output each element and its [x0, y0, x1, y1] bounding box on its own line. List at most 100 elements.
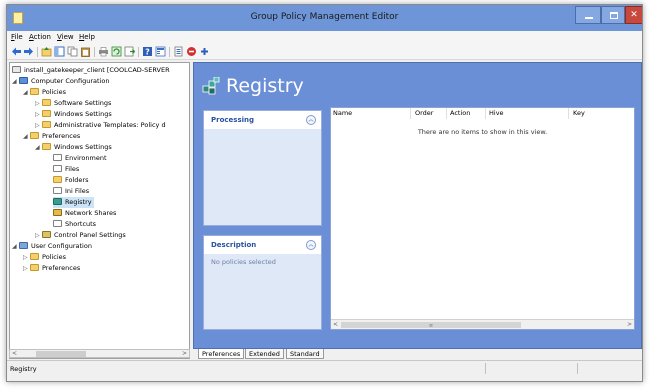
collapse-arrow-icon[interactable]: ◢	[23, 131, 30, 142]
collapse-arrow-icon[interactable]: ◢	[12, 241, 19, 252]
help-icon[interactable]: ?	[142, 46, 153, 57]
tree-item-label: Preferences	[42, 264, 81, 272]
environment-icon	[53, 154, 62, 161]
tree-item-gpo[interactable]: install_gatekeeper_client [COOLCAD-SERVE…	[12, 65, 170, 76]
user-icon	[19, 242, 28, 249]
tab-extended[interactable]: Extended	[245, 349, 284, 359]
menu-help[interactable]: Help	[79, 33, 95, 41]
folder-icon	[30, 132, 39, 139]
toolbar: ?	[7, 44, 642, 60]
status-text: Registry	[10, 365, 37, 373]
title-bar[interactable]: Group Policy Management Editor ✕	[7, 5, 642, 31]
close-button[interactable]: ✕	[625, 6, 642, 24]
status-cell	[485, 363, 577, 374]
description-panel: Description ︽ No policies selected	[203, 235, 322, 330]
copy-icon[interactable]	[67, 46, 78, 57]
expand-arrow-icon[interactable]: ▷	[35, 120, 42, 131]
menu-action[interactable]: Action	[29, 33, 51, 41]
expand-arrow-icon[interactable]: ▷	[35, 109, 42, 120]
tree-item-environment[interactable]: Environment	[53, 153, 107, 164]
app-window: Group Policy Management Editor ✕ File Ac…	[6, 4, 643, 382]
export-list-icon[interactable]	[124, 46, 135, 57]
column-header-action[interactable]: Action	[448, 108, 486, 119]
gpo-icon	[12, 66, 21, 73]
collapse-chevron-icon[interactable]: ︽	[306, 240, 316, 250]
expand-arrow-icon[interactable]: ▷	[35, 230, 42, 241]
tree-item-administrative-templates[interactable]: ▷ Administrative Templates: Policy d	[35, 120, 166, 131]
tree-item-user-preferences[interactable]: ▷ Preferences	[23, 263, 80, 274]
tree-item-label: Windows Settings	[54, 110, 112, 118]
scroll-left-icon[interactable]: <	[333, 321, 338, 328]
window-title: Group Policy Management Editor	[250, 12, 399, 22]
properties-icon[interactable]	[173, 46, 184, 57]
tree-item-folders[interactable]: Folders	[53, 175, 88, 186]
maximize-button[interactable]	[601, 6, 625, 24]
tree-item-preferences[interactable]: ◢ Preferences	[23, 131, 80, 142]
expand-arrow-icon[interactable]: ▷	[35, 98, 42, 109]
minimize-button[interactable]	[575, 6, 601, 24]
tree-item-user-policies[interactable]: ▷ Policies	[23, 252, 66, 263]
list-horizontal-scrollbar[interactable]: < ≡ >	[331, 319, 634, 329]
back-arrow-icon[interactable]	[11, 46, 22, 57]
toolbar-separator	[138, 47, 139, 57]
tree-item-label: Computer Configuration	[31, 77, 110, 85]
collapse-arrow-icon[interactable]: ◢	[35, 142, 42, 153]
column-header-key[interactable]: Key	[571, 108, 635, 119]
add-icon[interactable]	[199, 46, 210, 57]
menu-file[interactable]: File	[11, 33, 23, 41]
tree-item-files[interactable]: Files	[53, 164, 79, 175]
scroll-right-icon[interactable]: >	[182, 350, 187, 357]
column-header-hive[interactable]: Hive	[487, 108, 569, 119]
column-header-name[interactable]: Name	[331, 108, 411, 119]
tab-preferences[interactable]: Preferences	[198, 349, 245, 359]
tree-item-gpo-label: install_gatekeeper_client [COOLCAD-SERVE…	[24, 66, 170, 74]
tab-standard[interactable]: Standard	[286, 349, 324, 359]
tree-item-software-settings[interactable]: ▷ Software Settings	[35, 98, 111, 109]
show-hide-tree-icon[interactable]	[54, 46, 65, 57]
collapse-chevron-icon[interactable]: ︽	[306, 115, 316, 125]
refresh-icon[interactable]	[111, 46, 122, 57]
scroll-left-icon[interactable]: <	[12, 350, 17, 357]
tree-horizontal-scrollbar[interactable]: < >	[9, 349, 190, 358]
ini-file-icon	[53, 187, 62, 194]
menu-view[interactable]: View	[57, 33, 74, 41]
scrollbar-thumb[interactable]	[36, 351, 86, 357]
tree-item-control-panel-settings[interactable]: ▷ Control Panel Settings	[35, 230, 126, 241]
expand-arrow-icon[interactable]: ▷	[23, 252, 30, 263]
tree-item-registry[interactable]: Registry	[53, 197, 94, 208]
scroll-right-icon[interactable]: >	[627, 321, 632, 328]
menu-help-label: elp	[84, 33, 95, 41]
tree-item-label: Policies	[42, 253, 67, 261]
column-header-order[interactable]: Order	[413, 108, 447, 119]
tree-item-ini-files[interactable]: Ini Files	[53, 186, 89, 197]
up-folder-icon[interactable]	[41, 46, 52, 57]
tree-item-label: Control Panel Settings	[54, 231, 126, 239]
scrollbar-thumb[interactable]: ≡	[341, 322, 521, 329]
folder-icon	[53, 176, 62, 183]
page-title: Registry	[226, 75, 304, 97]
items-list[interactable]: Name Order Action Hive Key There are no …	[330, 107, 635, 330]
tree-item-windows-settings[interactable]: ▷ Windows Settings	[35, 109, 112, 120]
toolbar-separator	[37, 47, 38, 57]
paste-icon[interactable]	[80, 46, 91, 57]
block-icon[interactable]	[186, 46, 197, 57]
menu-view-label: iew	[61, 33, 74, 41]
tree-item-network-shares[interactable]: Network Shares	[53, 208, 116, 219]
tree-view-icon[interactable]	[155, 46, 166, 57]
print-icon[interactable]	[98, 46, 109, 57]
tree-item-policies[interactable]: ◢ Policies	[23, 87, 66, 98]
tree-item-label: Registry	[65, 198, 92, 206]
tree-item-pref-windows-settings[interactable]: ◢ Windows Settings	[35, 142, 112, 153]
tree-item-computer-configuration[interactable]: ◢ Computer Configuration	[12, 76, 109, 87]
tree-item-shortcuts[interactable]: Shortcuts	[53, 219, 96, 230]
registry-pane: Registry Processing ︽ Description ︽ No p…	[193, 62, 642, 349]
forward-arrow-icon[interactable]	[23, 46, 34, 57]
collapse-arrow-icon[interactable]: ◢	[12, 76, 19, 87]
registry-icon	[202, 77, 220, 95]
files-icon	[53, 165, 62, 172]
empty-list-message: There are no items to show in this view.	[417, 128, 548, 136]
tree-item-user-configuration[interactable]: ◢ User Configuration	[12, 241, 92, 252]
toolbar-separator	[94, 47, 95, 57]
expand-arrow-icon[interactable]: ▷	[23, 263, 30, 274]
collapse-arrow-icon[interactable]: ◢	[23, 87, 30, 98]
